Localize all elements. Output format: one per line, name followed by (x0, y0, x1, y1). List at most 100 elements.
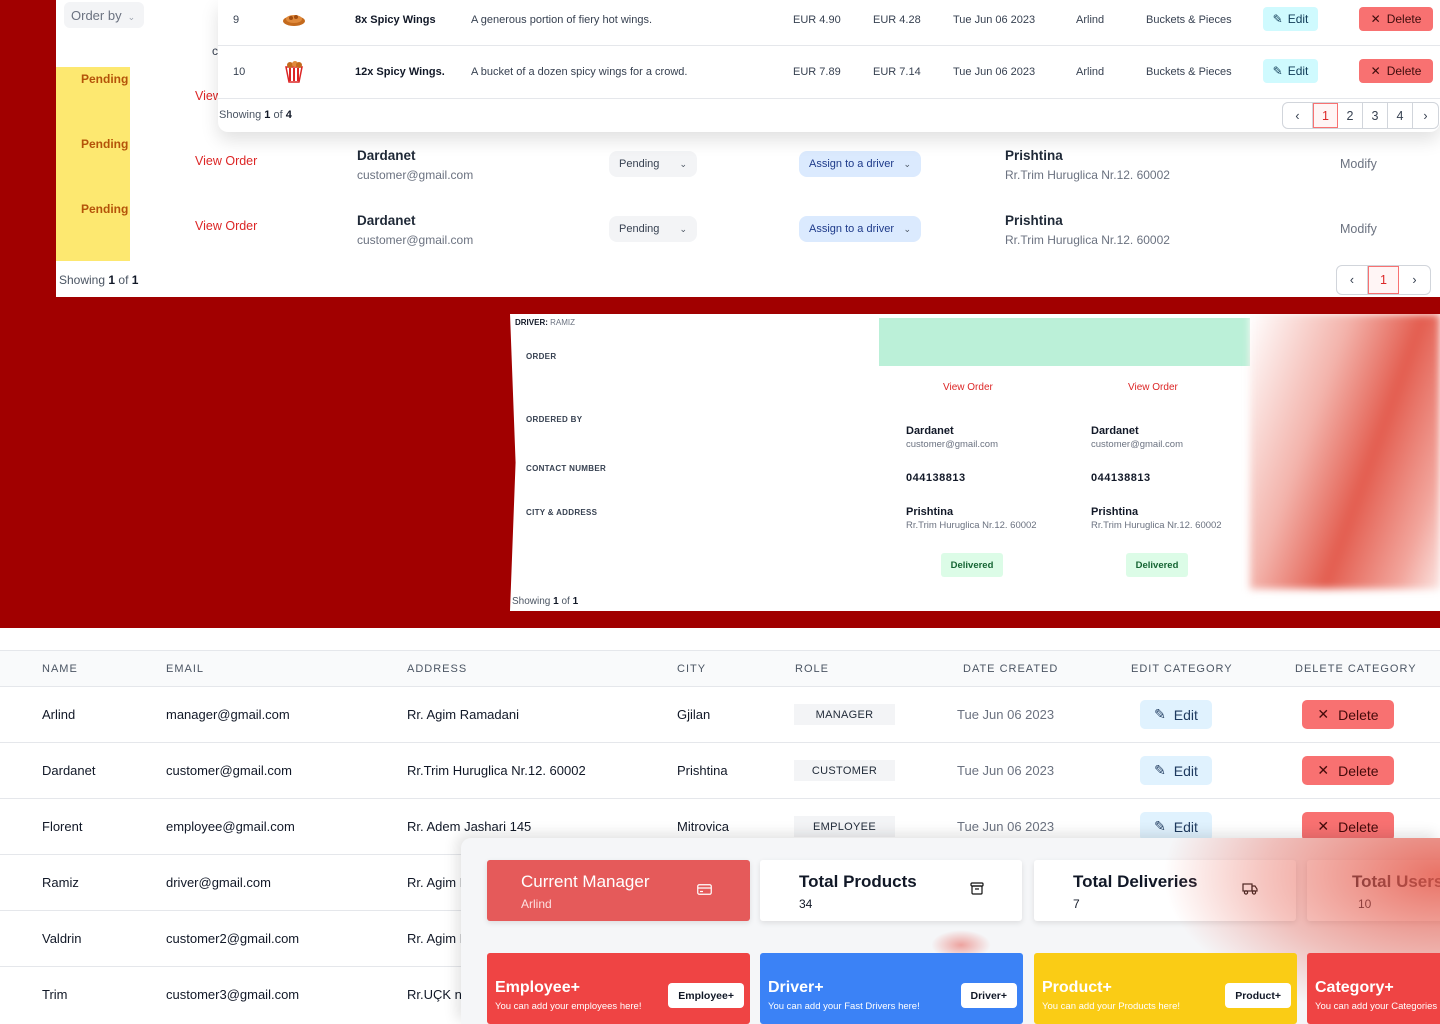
product-description: A generous portion of fiery hot wings. (471, 14, 652, 26)
status-header-band (879, 318, 1250, 366)
edit-button[interactable]: ✎ Edit (1140, 812, 1212, 841)
row-divider (218, 45, 1440, 46)
customer-cell: Dardanet customer@gmail.com (357, 148, 473, 182)
add-driver-button[interactable]: Driver+ (960, 983, 1017, 1008)
next-page-button[interactable]: › (1399, 266, 1430, 294)
column-header: DELETE CATEGORY (1295, 663, 1417, 675)
chevron-down-icon: ⌄ (903, 223, 911, 234)
order-by-dropdown[interactable]: Order by ⌄ (64, 2, 144, 28)
edit-label: Edit (1173, 818, 1198, 835)
add-employee-button[interactable]: Employee+ (668, 983, 744, 1008)
product-sale-price: EUR 7.14 (873, 66, 921, 78)
delete-button[interactable]: ✕ Delete (1359, 59, 1433, 83)
add-product-button[interactable]: Product+ (1225, 983, 1291, 1008)
modify-button[interactable]: Modify (1340, 222, 1377, 236)
product-name: 12x Spicy Wings. (355, 66, 445, 78)
view-order-link[interactable]: View Order (943, 382, 993, 393)
action-title: Category+ (1315, 979, 1394, 996)
assign-driver-value: Assign to a driver (809, 223, 894, 235)
chevron-down-icon: ⌄ (903, 158, 911, 169)
delete-button[interactable]: ✕ Delete (1302, 700, 1394, 729)
pagination-summary: Showing 1 of 4 (219, 109, 292, 121)
product-row: 9 8x Spicy Wings A generous portion of f… (218, 0, 1440, 47)
driver-name: RAMIZ (550, 318, 576, 327)
prev-page-button[interactable]: ‹ (1337, 266, 1368, 294)
column-header: NAME (42, 663, 78, 675)
column-header: DATE CREATED (963, 663, 1059, 675)
edit-button[interactable]: ✎ Edit (1140, 700, 1212, 729)
showing-of: of (558, 596, 573, 607)
customer-name: Dardanet (357, 213, 416, 228)
next-page-button[interactable]: › (1413, 103, 1438, 128)
product-price: EUR 4.90 (793, 14, 841, 26)
action-subtitle: You can add your employees here! (495, 1001, 642, 1012)
contact-number: 044138813 (1091, 472, 1151, 484)
row-divider (218, 98, 1440, 99)
city-name: Prishtina (1091, 506, 1139, 518)
products-panel: 9 8x Spicy Wings A generous portion of f… (218, 0, 1440, 132)
close-icon: ✕ (1370, 64, 1381, 78)
showing-of: of (270, 109, 286, 121)
order-row: View Order Dardanet customer@gmail.com P… (56, 140, 1440, 192)
modify-button[interactable]: Modify (1340, 157, 1377, 171)
stat-card-current-manager: Current Manager Arlind (487, 860, 750, 921)
edit-icon: ✎ (1272, 64, 1283, 78)
close-icon: ✕ (1317, 762, 1330, 778)
prev-page-button[interactable]: ‹ (1283, 103, 1313, 128)
user-email: customer@gmail.com (166, 763, 292, 778)
stat-value: 34 (799, 897, 813, 911)
column-header: EDIT CATEGORY (1131, 663, 1233, 675)
view-order-link[interactable]: View Order (195, 154, 257, 168)
delete-button[interactable]: ✕ Delete (1302, 812, 1394, 841)
street-address: Rr.Trim Huruglica Nr.12. 60002 (906, 520, 1037, 531)
product-date: Tue Jun 06 2023 (953, 66, 1036, 78)
customer-email: customer@gmail.com (357, 168, 474, 182)
user-date-created: Tue Jun 06 2023 (957, 819, 1055, 834)
wings-plate-icon (281, 6, 307, 32)
showing-total: 4 (285, 109, 292, 121)
page-button[interactable]: 1 (1313, 103, 1338, 128)
showing-prefix: Showing (512, 596, 554, 607)
view-order-link[interactable]: View Order (1128, 382, 1178, 393)
delete-button[interactable]: ✕ Delete (1302, 756, 1394, 785)
action-title: Employee+ (495, 979, 580, 996)
delete-button[interactable]: ✕ Delete (1359, 7, 1433, 31)
column-header: EMAIL (166, 663, 205, 675)
city-name: Prishtina (1005, 148, 1063, 163)
product-author: Arlind (1076, 66, 1105, 78)
edit-label: Edit (1287, 12, 1309, 26)
order-status-select[interactable]: Pending ⌄ (609, 151, 697, 177)
stat-title: Total Users (1352, 872, 1440, 891)
driver-prefix: DRIVER: (515, 318, 548, 327)
assign-driver-select[interactable]: Assign to a driver ⌄ (799, 151, 921, 177)
page-button[interactable]: 3 (1363, 103, 1388, 128)
edit-button[interactable]: ✎ Edit (1263, 7, 1318, 31)
stat-title: Current Manager (521, 872, 650, 891)
customer-name: Dardanet (906, 425, 954, 437)
edit-button[interactable]: ✎ Edit (1140, 756, 1212, 785)
delete-label: Delete (1338, 818, 1379, 835)
address-cell: Prishtina Rr.Trim Huruglica Nr.12. 60002 (1091, 506, 1222, 531)
column-header: ROLE (795, 663, 829, 675)
city-name: Prishtina (1005, 213, 1063, 228)
page-button[interactable]: 1 (1368, 266, 1399, 294)
table-row: Dardanet customer@gmail.com Rr.Trim Huru… (0, 743, 1440, 799)
close-icon: ✕ (1370, 12, 1381, 26)
assign-driver-select[interactable]: Assign to a driver ⌄ (799, 216, 921, 242)
stat-card-total-deliveries: Total Deliveries 7 (1034, 860, 1296, 921)
edit-button[interactable]: ✎ Edit (1263, 59, 1318, 83)
street-address: Rr.Trim Huruglica Nr.12. 60002 (1005, 233, 1170, 247)
customer-name: Dardanet (1091, 425, 1139, 437)
page-button[interactable]: 2 (1338, 103, 1363, 128)
table-row: Arlind manager@gmail.com Rr. Agim Ramada… (0, 687, 1440, 743)
view-order-link[interactable]: View Order (195, 219, 257, 233)
contact-number-label: CONTACT NUMBER (526, 464, 607, 473)
order-status-select[interactable]: Pending ⌄ (609, 216, 697, 242)
page-button[interactable]: 4 (1388, 103, 1413, 128)
delete-label: Delete (1338, 762, 1379, 779)
stat-title: Total Products (799, 872, 917, 891)
product-sale-price: EUR 4.28 (873, 14, 921, 26)
users-table-header: NAME EMAIL ADDRESS CITY ROLE DATE CREATE… (0, 650, 1440, 687)
user-email: customer3@gmail.com (166, 987, 300, 1002)
wings-bucket-icon (281, 58, 307, 84)
